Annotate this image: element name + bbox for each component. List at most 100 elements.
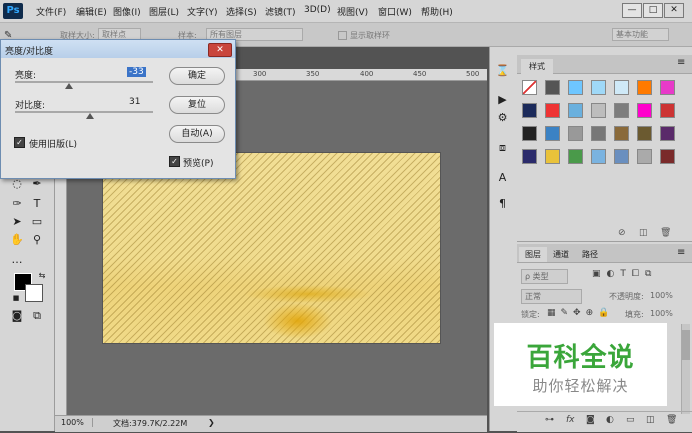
menu-file[interactable]: 文件(F) <box>36 5 66 18</box>
new-style-icon[interactable]: ◫ <box>639 228 648 238</box>
menu-image[interactable]: 图像(I) <box>113 5 141 18</box>
lasso-icon[interactable]: ◌ <box>10 177 24 191</box>
adjustment-icon[interactable]: ◐ <box>606 415 614 425</box>
menu-filter[interactable]: 滤镜(T) <box>265 5 296 18</box>
dialog-title-bar[interactable]: 亮度/对比度 ✕ <box>1 40 235 58</box>
workspace-select[interactable]: 基本功能 <box>612 28 669 41</box>
panel-menu-icon[interactable]: ≡ <box>677 57 685 68</box>
zoom-level[interactable]: 100% <box>61 418 93 427</box>
style-swatch[interactable] <box>522 80 537 95</box>
layers-scrollbar[interactable] <box>681 324 690 414</box>
delete-style-icon[interactable]: 🗑 <box>660 228 671 238</box>
fx-icon[interactable]: fx <box>566 415 575 425</box>
new-layer-icon[interactable]: ◫ <box>646 415 655 425</box>
dialog-close-button[interactable]: ✕ <box>208 43 232 57</box>
style-swatch[interactable] <box>614 126 629 141</box>
group-icon[interactable]: ▭ <box>626 415 635 425</box>
style-swatch[interactable] <box>591 126 606 141</box>
status-arrow-icon[interactable]: ❯ <box>208 418 215 427</box>
mask-icon[interactable]: ◙ <box>586 415 595 425</box>
menu-layer[interactable]: 图层(L) <box>149 5 179 18</box>
ok-button[interactable]: 确定 <box>169 67 225 85</box>
character-icon[interactable]: A <box>490 167 515 189</box>
more-tools-icon[interactable]: … <box>10 253 24 267</box>
brush-icon[interactable]: ✒ <box>30 177 44 191</box>
tab-layers[interactable]: 图层 <box>519 247 547 262</box>
style-swatch[interactable] <box>637 126 652 141</box>
properties-icon[interactable]: ⚙ <box>490 107 515 129</box>
tab-styles[interactable]: 样式 <box>521 59 553 74</box>
screen-mode-icon[interactable]: ⧉ <box>30 309 44 323</box>
preview-checkbox[interactable]: ✓ <box>169 156 180 167</box>
style-swatch[interactable] <box>614 80 629 95</box>
link-layers-icon[interactable]: ⊶ <box>545 415 554 425</box>
style-swatch[interactable] <box>568 80 583 95</box>
menu-type[interactable]: 文字(Y) <box>187 5 218 18</box>
filter-icons[interactable]: ▣◐T⧠⧉ <box>592 269 657 279</box>
contrast-slider-thumb[interactable] <box>85 113 94 119</box>
style-swatch[interactable] <box>637 149 652 164</box>
style-swatch[interactable] <box>545 103 560 118</box>
menu-select[interactable]: 选择(S) <box>226 5 257 18</box>
style-swatch[interactable] <box>614 103 629 118</box>
swap-colors-icon[interactable]: ⇆ <box>35 269 49 283</box>
style-swatch[interactable] <box>522 126 537 141</box>
style-swatch[interactable] <box>637 103 652 118</box>
menu-edit[interactable]: 编辑(E) <box>76 5 107 18</box>
layers-menu-icon[interactable]: ≡ <box>677 247 685 258</box>
path-select-icon[interactable]: ➤ <box>10 215 24 229</box>
style-swatch[interactable] <box>591 149 606 164</box>
style-swatch[interactable] <box>591 103 606 118</box>
show-ring-checkbox[interactable] <box>338 31 347 40</box>
hand-icon[interactable]: ✋ <box>10 233 24 247</box>
auto-button[interactable]: 自动(A) <box>169 125 225 143</box>
style-swatch[interactable] <box>568 103 583 118</box>
style-swatch[interactable] <box>522 103 537 118</box>
document-image[interactable] <box>102 152 441 344</box>
style-swatch[interactable] <box>637 80 652 95</box>
style-swatch[interactable] <box>568 149 583 164</box>
restore-button[interactable]: □ <box>643 3 663 18</box>
style-swatch[interactable] <box>660 80 675 95</box>
tab-paths[interactable]: 路径 <box>582 249 598 260</box>
history-icon[interactable]: ⌛ <box>490 60 515 82</box>
style-swatch[interactable] <box>545 149 560 164</box>
fill-value[interactable]: 100% <box>650 309 673 318</box>
contrast-input[interactable]: 31 <box>127 97 142 107</box>
background-color[interactable] <box>25 284 43 302</box>
brightness-slider-track[interactable] <box>15 81 153 83</box>
style-swatch[interactable] <box>545 80 560 95</box>
quick-mask-icon[interactable]: ◙ <box>10 309 24 323</box>
pen-icon[interactable]: ✑ <box>10 197 24 211</box>
menu-3d[interactable]: 3D(D) <box>304 5 331 15</box>
lock-icons[interactable]: ▦✎✥⊕🔒 <box>547 308 614 318</box>
style-swatch[interactable] <box>660 126 675 141</box>
opacity-value[interactable]: 100% <box>650 291 673 300</box>
style-swatch[interactable] <box>545 126 560 141</box>
delete-layer-icon[interactable]: 🗑 <box>666 415 677 425</box>
menu-view[interactable]: 视图(V) <box>337 5 368 18</box>
style-swatch[interactable] <box>614 149 629 164</box>
blend-mode-select[interactable]: 正常 <box>521 289 582 304</box>
style-swatch[interactable] <box>591 80 606 95</box>
contrast-slider-track[interactable] <box>15 111 153 113</box>
style-swatch[interactable] <box>568 126 583 141</box>
default-colors-icon[interactable]: ■ <box>9 291 23 305</box>
menu-help[interactable]: 帮助(H) <box>421 5 453 18</box>
layer-kind-filter[interactable]: ρ 类型 <box>521 269 568 284</box>
minimize-button[interactable]: — <box>622 3 642 18</box>
brightness-slider-thumb[interactable] <box>64 83 73 89</box>
zoom-icon[interactable]: ⚲ <box>30 233 44 247</box>
style-swatch[interactable] <box>660 149 675 164</box>
menu-window[interactable]: 窗口(W) <box>378 5 412 18</box>
paragraph-icon[interactable]: ¶ <box>490 193 515 215</box>
brightness-input[interactable]: -33 <box>127 67 146 77</box>
clear-style-icon[interactable]: ⊘ <box>618 228 626 238</box>
clone-source-icon[interactable]: ⧈ <box>490 137 515 159</box>
reset-button[interactable]: 复位 <box>169 96 225 114</box>
tab-channels[interactable]: 通道 <box>553 249 569 260</box>
type-tool-icon[interactable]: T <box>30 197 44 211</box>
close-button[interactable]: ✕ <box>664 3 684 18</box>
style-swatch[interactable] <box>522 149 537 164</box>
rectangle-icon[interactable]: ▭ <box>30 215 44 229</box>
